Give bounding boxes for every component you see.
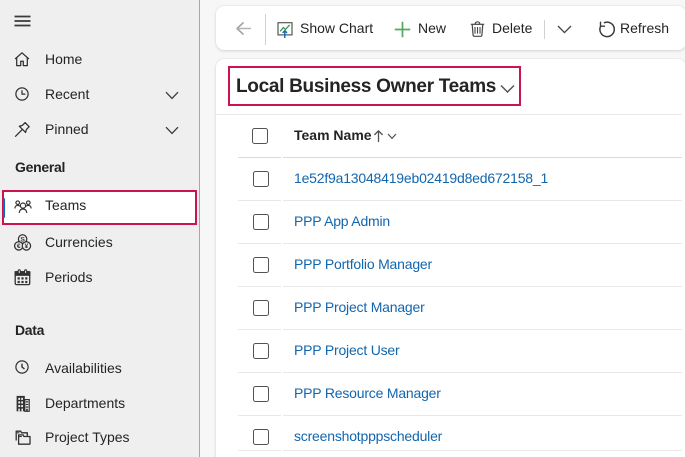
svg-text:¥: ¥ <box>25 243 29 250</box>
svg-text:€: € <box>17 243 21 250</box>
